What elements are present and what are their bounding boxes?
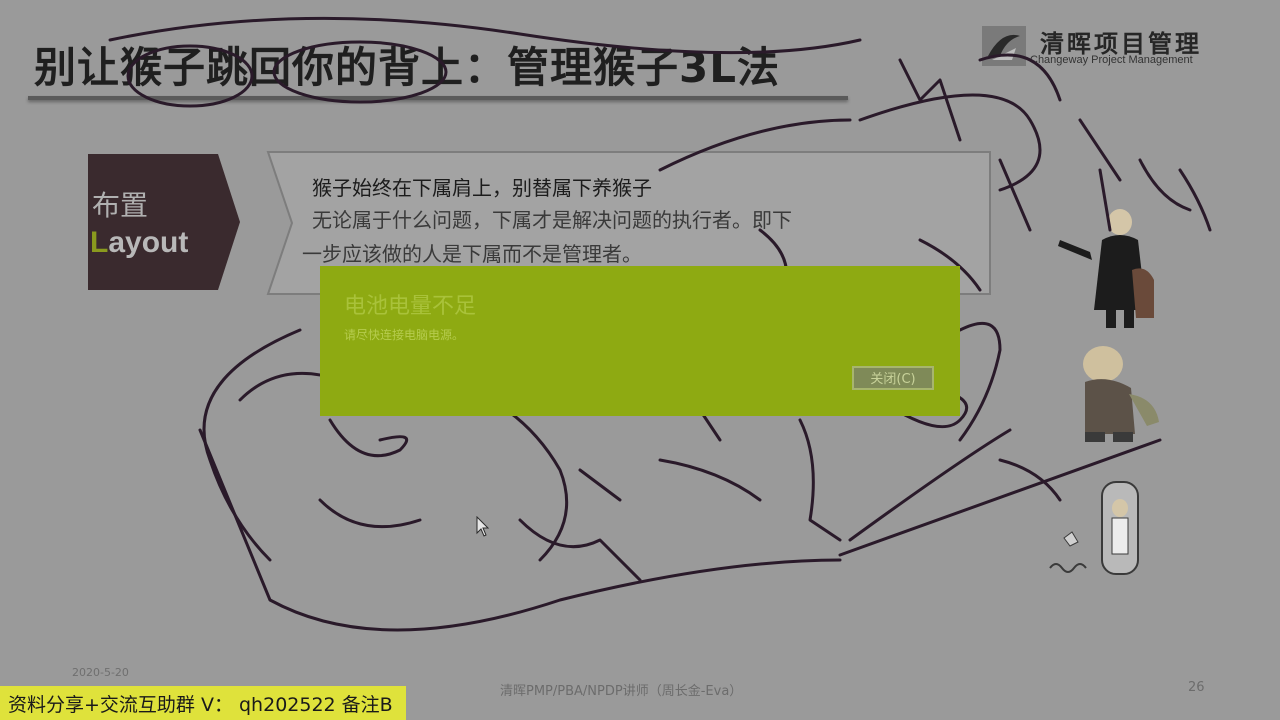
battery-low-notification: 电池电量不足 请尽快连接电脑电源。 关闭(C) [320,266,960,416]
mouse-cursor-icon [476,515,490,542]
footer-presenter: 清晖PMP/PBA/NPDP讲师（周长金-Eva） [500,684,743,699]
page-number: 26 [1188,680,1205,695]
share-group-text: 资料分享+交流互助群 V： qh202522 备注B [8,694,393,716]
footer-date: 2020-5-20 [72,666,129,679]
notification-message: 请尽快连接电脑电源。 [344,328,465,342]
notification-title: 电池电量不足 [344,294,477,319]
share-group-banner: 资料分享+交流互助群 V： qh202522 备注B [0,686,406,720]
close-button[interactable]: 关闭(C) [852,366,934,390]
